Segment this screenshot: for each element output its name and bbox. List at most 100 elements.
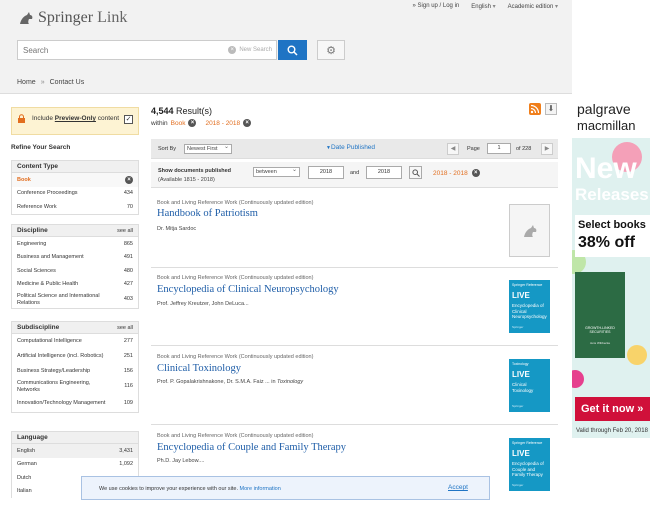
result-item: Book and Living Reference Work (Continuo… — [151, 193, 558, 268]
result-title[interactable]: Clinical Toxinology — [157, 363, 241, 374]
result-item: Book and Living Reference Work (Continuo… — [151, 346, 558, 425]
facet-subdiscipline: Subdiscipline see all Computational Intel… — [11, 321, 139, 413]
content-type: Book and Living Reference Work (Continuo… — [157, 200, 314, 206]
new-search-button[interactable]: × New Search — [228, 46, 272, 54]
remove-filter-icon[interactable]: × — [243, 119, 252, 127]
macmillan-logo: macmillan — [577, 118, 636, 133]
facet-item-book[interactable]: Book × — [12, 173, 138, 187]
facet-item[interactable]: Political Science and International Rela… — [12, 291, 138, 308]
site-header: Springer Link » Sign up / Log in English… — [0, 0, 572, 94]
facet-item[interactable]: Communications Engineering, Networks 116 — [12, 378, 138, 395]
ad-brand-area: palgrave macmillan — [572, 90, 650, 138]
breadcrumb-contact[interactable]: Contact Us — [50, 79, 85, 86]
ad-offer: Select books 38% off — [575, 215, 650, 257]
see-all-link[interactable]: see all — [117, 228, 133, 234]
facet-item[interactable]: Business and Management 491 — [12, 251, 138, 265]
springer-horse-icon — [523, 224, 536, 237]
start-year-input[interactable]: 2018 — [308, 166, 344, 179]
sort-bar: Sort By Newest First Date Published ◀ Pa… — [151, 139, 558, 159]
lock-icon — [18, 114, 25, 123]
result-title[interactable]: Encyclopedia of Couple and Family Therap… — [157, 442, 346, 453]
and-label: and — [350, 170, 360, 176]
result-authors: Prof. Jeffrey Kreutzer, John DeLuca... — [157, 301, 249, 307]
signup-login-link[interactable]: » Sign up / Log in — [413, 3, 460, 10]
prev-page-button[interactable]: ◀ — [447, 143, 459, 155]
page-number-input[interactable]: 1 — [487, 143, 511, 154]
result-authors: Ph.D. Jay Lebow.... — [157, 458, 205, 464]
facet-item[interactable]: Artificial Intelligence (incl. Robotics)… — [12, 348, 138, 365]
accept-cookies-button[interactable]: Accept — [448, 484, 468, 491]
page-of-label: of 228 — [516, 146, 532, 152]
search-box: × New Search — [17, 40, 277, 60]
content-type: Book and Living Reference Work (Continuo… — [157, 275, 314, 281]
remove-filter-icon[interactable]: × — [125, 175, 133, 184]
preview-only-checkbox[interactable]: ✓ — [124, 115, 133, 124]
rss-icon[interactable] — [529, 103, 541, 115]
next-page-button[interactable]: ▶ — [541, 143, 553, 155]
content-type: Book and Living Reference Work (Continuo… — [157, 354, 314, 360]
ad-headline-releases: Releases — [575, 185, 649, 204]
search-options-button[interactable]: ⚙ — [317, 40, 345, 60]
refine-heading: Refine Your Search — [11, 144, 71, 151]
cover-placeholder[interactable] — [509, 204, 550, 257]
facet-item-reference-work[interactable]: Reference Work 70 — [12, 200, 138, 214]
book-cover[interactable]: Toxinology LIVE Clinical Toxinology Spri… — [509, 359, 550, 412]
facet-item[interactable]: Social Sciences 480 — [12, 264, 138, 278]
result-title[interactable]: Encyclopedia of Clinical Neuropsychology — [157, 284, 339, 295]
ad-valid-through: Valid through Feb 20, 2018 — [576, 428, 648, 434]
applied-date-filter: 2018 - 2018 × — [433, 169, 480, 177]
palgrave-ad-banner[interactable]: palgrave macmillan New Releases Select b… — [572, 90, 650, 438]
cookie-text: We use cookies to improve your experienc… — [99, 486, 281, 492]
result-count: 4,544 Result(s) — [151, 106, 213, 116]
facet-item[interactable]: Computational Intelligence 277 — [12, 334, 138, 348]
tab-date-published[interactable]: Date Published — [326, 144, 375, 151]
palgrave-logo: palgrave — [577, 101, 631, 117]
filter-date-range: 2018 - 2018 — [205, 119, 241, 127]
springer-link-logo[interactable]: Springer Link — [17, 9, 127, 27]
facet-item[interactable]: Business Strategy/Leadership 156 — [12, 365, 138, 379]
remove-filter-icon[interactable]: × — [471, 169, 480, 177]
facet-title: Discipline see all — [12, 225, 138, 237]
see-all-link[interactable]: see all — [117, 325, 133, 331]
edition-selector[interactable]: Academic edition — [508, 3, 558, 10]
preview-only-label: Include Preview-Only content — [32, 115, 120, 122]
search-icon — [287, 45, 298, 56]
end-year-input[interactable]: 2018 — [366, 166, 402, 179]
date-submit-button[interactable] — [409, 166, 422, 179]
search-button[interactable] — [278, 40, 307, 60]
facet-item[interactable]: Innovation/Technology Management 109 — [12, 395, 138, 412]
date-mode-select[interactable]: between — [253, 166, 300, 177]
cookie-banner: We use cookies to improve your experienc… — [81, 476, 490, 500]
result-authors: Prof. P. Gopalakrishnakone, Dr. S.M.A. F… — [157, 379, 304, 385]
date-filter-bar: Show documents published (Available 1815… — [151, 162, 558, 188]
ad-decoration — [572, 370, 584, 388]
facet-content-type: Content Type Book × Conference Proceedin… — [11, 160, 139, 215]
search-input[interactable] — [18, 45, 218, 55]
more-information-link[interactable]: More information — [240, 486, 281, 492]
facet-item[interactable]: Medicine & Public Health 427 — [12, 278, 138, 292]
remove-filter-icon[interactable]: × — [188, 119, 197, 127]
active-filters: within Book × 2018 - 2018 × — [151, 119, 252, 127]
ad-get-it-now-button[interactable]: Get it now » — [575, 397, 650, 421]
book-cover[interactable]: Springer Reference LIVE Encyclopedia of … — [509, 280, 550, 333]
filter-book: Book — [170, 119, 186, 127]
facet-item-conference-proceedings[interactable]: Conference Proceedings 434 — [12, 187, 138, 201]
result-item: Book and Living Reference Work (Continuo… — [151, 268, 558, 346]
download-csv-icon[interactable]: ⬇ — [545, 103, 557, 115]
book-cover[interactable]: Springer Reference LIVE Encyclopedia of … — [509, 438, 550, 491]
logo-wordmark: Springer Link — [38, 9, 128, 26]
facet-item[interactable]: Engineering 865 — [12, 237, 138, 251]
springer-horse-icon — [20, 12, 33, 24]
preview-only-toggle[interactable]: Include Preview-Only content ✓ — [11, 107, 139, 135]
facet-item[interactable]: German 1,092 — [12, 458, 138, 472]
sort-select[interactable]: Newest First — [184, 143, 232, 154]
search-icon — [411, 168, 420, 177]
result-authors: Dr. Mitja Sardoc — [157, 226, 197, 232]
facet-title: Subdiscipline see all — [12, 322, 138, 334]
facet-item[interactable]: English 3,431 — [12, 444, 138, 458]
date-filter-title: Show documents published — [158, 168, 232, 174]
breadcrumb-home[interactable]: Home — [17, 79, 36, 86]
content-type: Book and Living Reference Work (Continuo… — [157, 433, 314, 439]
result-title[interactable]: Handbook of Patriotism — [157, 208, 258, 219]
language-selector[interactable]: English — [471, 3, 495, 10]
